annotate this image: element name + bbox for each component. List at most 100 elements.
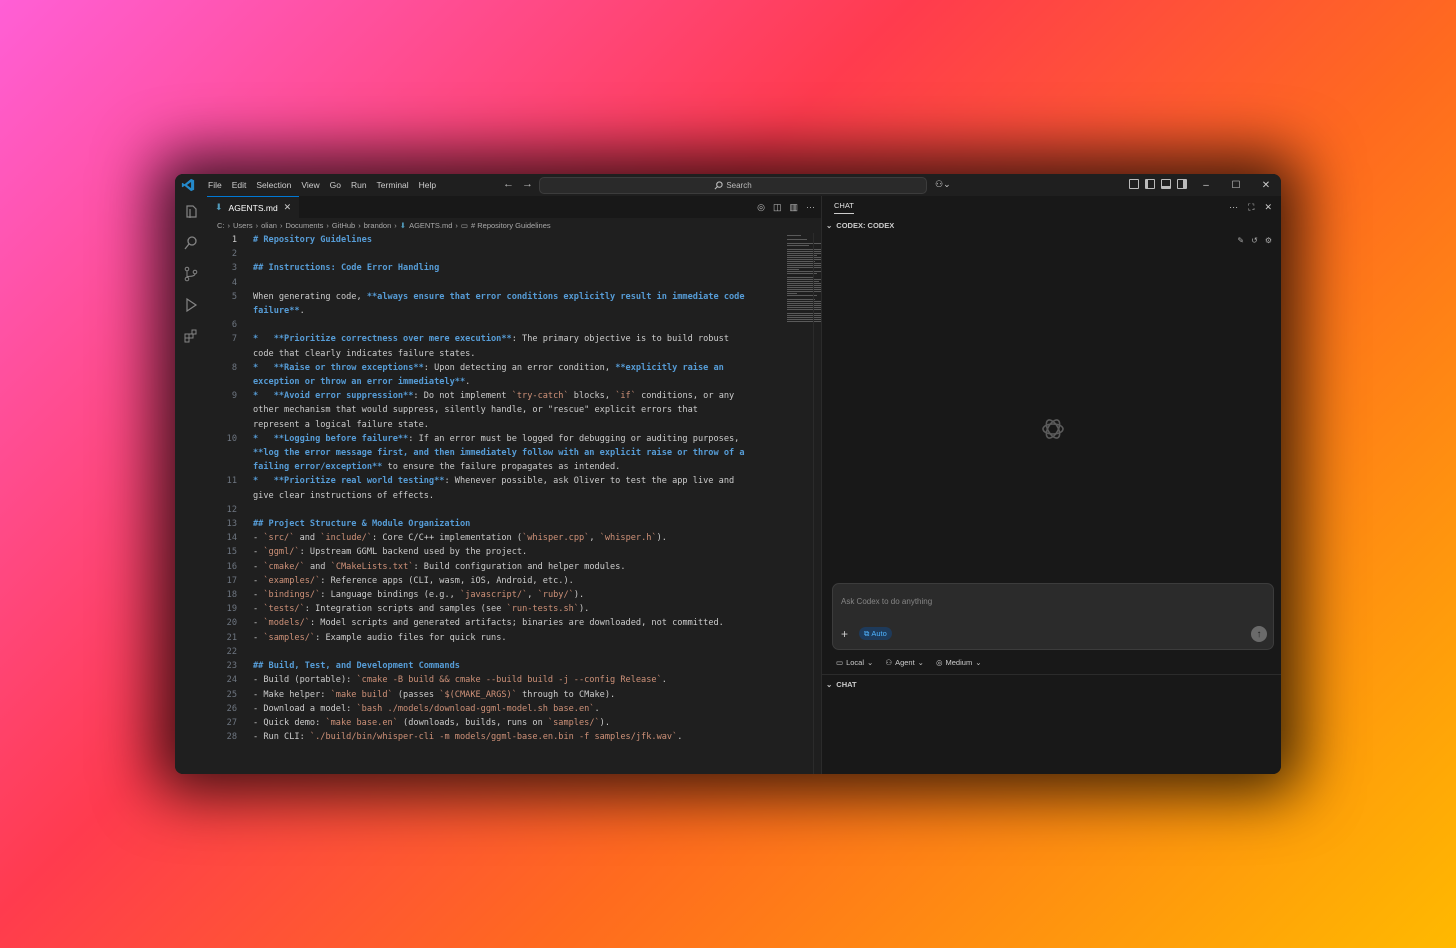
history-icon[interactable]: ↺ <box>1251 236 1258 245</box>
line-number: 26 <box>226 703 237 714</box>
code-line[interactable]: 6 <box>207 318 767 332</box>
menu-selection[interactable]: Selection <box>251 180 296 190</box>
code-line[interactable]: 18- `bindings/`: Language bindings (e.g.… <box>207 588 767 602</box>
markdown-file-icon: ⬇ <box>215 202 223 212</box>
code-line[interactable]: 11 * **Prioritize real world testing**: W… <box>207 474 767 502</box>
menu-go[interactable]: Go <box>325 180 346 190</box>
code-line[interactable]: 1 # Repository Guidelines <box>207 233 767 247</box>
run-debug-icon[interactable] <box>175 289 207 320</box>
line-text <box>237 503 747 517</box>
breadcrumb-item[interactable]: Documents <box>285 221 323 230</box>
code-line[interactable]: 7 * **Prioritize correctness over mere ex… <box>207 332 767 360</box>
search-label: Search <box>726 181 752 190</box>
add-context-button[interactable]: + <box>841 627 848 641</box>
minimize-icon[interactable]: – <box>1191 174 1221 196</box>
code-line[interactable]: 26- Download a model: `bash ./models/dow… <box>207 702 767 716</box>
reasoning-dropdown[interactable]: ◎ Medium ⌄ <box>936 658 982 667</box>
code-line[interactable]: 5 When generating code, **always ensure t… <box>207 290 767 318</box>
token: ). <box>599 717 611 728</box>
send-button[interactable]: ↑ <box>1251 626 1267 642</box>
line-number: 13 <box>226 519 237 530</box>
breadcrumb-item[interactable]: Users <box>233 221 253 230</box>
maximize-panel-icon[interactable]: ⛶ <box>1248 202 1254 213</box>
new-chat-icon[interactable]: ✎ <box>1237 236 1244 245</box>
code-line[interactable]: 3 ## Instructions: Code Error Handling <box>207 261 767 275</box>
breadcrumb-separator: › <box>455 220 458 230</box>
code-line[interactable]: 20- `models/`: Model scripts and generat… <box>207 616 767 630</box>
close-window-icon[interactable]: ✕ <box>1251 174 1281 196</box>
forward-arrow-icon[interactable]: → <box>522 178 533 190</box>
breadcrumb-item[interactable]: brandon <box>364 221 392 230</box>
settings-gear-icon[interactable]: ⚙ <box>1265 236 1272 245</box>
chat-input[interactable] <box>839 592 1243 610</box>
line-number: 11 <box>226 476 237 487</box>
chat-section-header[interactable]: ⌄ CHAT <box>822 677 1281 691</box>
code-line[interactable]: 8 * **Raise or throw exceptions**: Upon d… <box>207 361 767 389</box>
breadcrumb-item[interactable]: C: <box>217 221 225 230</box>
code-line[interactable]: 27- Quick demo: `make base.en` (download… <box>207 716 767 730</box>
code-line[interactable]: 9 * **Avoid error suppression**: Do not i… <box>207 389 767 432</box>
more-icon[interactable]: ··· <box>1229 202 1238 213</box>
toggle-secondary-sidebar-icon[interactable] <box>1177 179 1187 189</box>
menu-file[interactable]: File <box>203 180 227 190</box>
menu-view[interactable]: View <box>296 180 324 190</box>
menu-help[interactable]: Help <box>414 180 441 190</box>
split-editor-icon[interactable]: ▥ <box>789 202 798 213</box>
toggle-primary-sidebar-icon[interactable] <box>1145 179 1155 189</box>
local-dropdown[interactable]: ▭ Local ⌄ <box>836 658 873 667</box>
code-line[interactable]: 2 <box>207 247 767 261</box>
code-line[interactable]: 25- Make helper: `make build` (passes `$… <box>207 688 767 702</box>
vscode-logo-icon <box>181 178 195 192</box>
breadcrumb-item[interactable]: GitHub <box>332 221 355 230</box>
code-line[interactable]: 24- Build (portable): `cmake -B build &&… <box>207 673 767 687</box>
auto-label: Auto <box>871 629 887 638</box>
token: * **Raise or throw exceptions** <box>253 362 424 373</box>
code-line[interactable]: 14- `src/` and `include/`: Core C/C++ im… <box>207 531 767 545</box>
codex-section-header[interactable]: ⌄ CODEX: CODEX <box>822 218 1281 232</box>
line-text: - Download a model: `bash ./models/downl… <box>237 702 747 716</box>
copilot-edit-icon[interactable]: ◎ <box>757 202 765 213</box>
more-actions-icon[interactable]: ··· <box>806 202 815 213</box>
auto-mode-button[interactable]: ⧉ Auto <box>859 627 892 640</box>
code-editor[interactable]: 1 # Repository Guidelines 2 3 ## Instructio… <box>207 233 767 774</box>
search-view-icon[interactable] <box>175 227 207 258</box>
breadcrumb-separator: › <box>326 220 329 230</box>
code-line[interactable]: 28- Run CLI: `./build/bin/whisper-cli -m… <box>207 730 767 744</box>
open-preview-icon[interactable]: ◫ <box>773 202 782 213</box>
code-line[interactable]: 22 <box>207 645 767 659</box>
code-line[interactable]: 12 <box>207 503 767 517</box>
code-line[interactable]: 23 ## Build, Test, and Development Comman… <box>207 659 767 673</box>
token: `run-tests.sh` <box>506 604 579 615</box>
explorer-icon[interactable] <box>175 196 207 227</box>
code-line[interactable]: 13 ## Project Structure & Module Organiza… <box>207 517 767 531</box>
tab-agents-md[interactable]: ⬇ AGENTS.md ✕ <box>207 195 300 219</box>
command-search-box[interactable]: Search <box>539 177 927 194</box>
breadcrumb-item[interactable]: olian <box>261 221 277 230</box>
copilot-icon[interactable]: ⚇⌄ <box>935 179 951 190</box>
breadcrumb-item[interactable]: # Repository Guidelines <box>471 221 551 230</box>
agent-dropdown[interactable]: ⚇ Agent ⌄ <box>885 658 924 667</box>
extensions-icon[interactable] <box>175 320 207 351</box>
code-line[interactable]: 16- `cmake/` and `CMakeLists.txt`: Build… <box>207 560 767 574</box>
code-line[interactable]: 4 <box>207 276 767 290</box>
toggle-panel-icon[interactable] <box>1161 179 1171 189</box>
code-line[interactable]: 15- `ggml/`: Upstream GGML backend used … <box>207 545 767 559</box>
close-panel-icon[interactable]: ✕ <box>1264 202 1272 213</box>
back-arrow-icon[interactable]: ← <box>503 178 514 190</box>
menu-edit[interactable]: Edit <box>227 180 252 190</box>
customize-layout-icon[interactable] <box>1129 179 1139 189</box>
code-line[interactable]: 10 * **Logging before failure**: If an er… <box>207 432 767 475</box>
code-line[interactable]: 21- `samples/`: Example audio files for … <box>207 631 767 645</box>
code-line[interactable]: 17- `examples/`: Reference apps (CLI, wa… <box>207 574 767 588</box>
maximize-icon[interactable]: ☐ <box>1221 174 1251 196</box>
source-control-icon[interactable] <box>175 258 207 289</box>
token: `javascript/` <box>459 590 528 601</box>
codex-section-title: CODEX: CODEX <box>836 220 895 230</box>
breadcrumb-item[interactable]: AGENTS.md <box>409 221 452 230</box>
chat-tab-label[interactable]: CHAT <box>834 201 854 214</box>
menu-run[interactable]: Run <box>346 180 372 190</box>
close-tab-icon[interactable]: ✕ <box>284 202 292 213</box>
line-number: 27 <box>226 717 237 728</box>
menu-terminal[interactable]: Terminal <box>372 180 414 190</box>
code-line[interactable]: 19- `tests/`: Integration scripts and sa… <box>207 602 767 616</box>
